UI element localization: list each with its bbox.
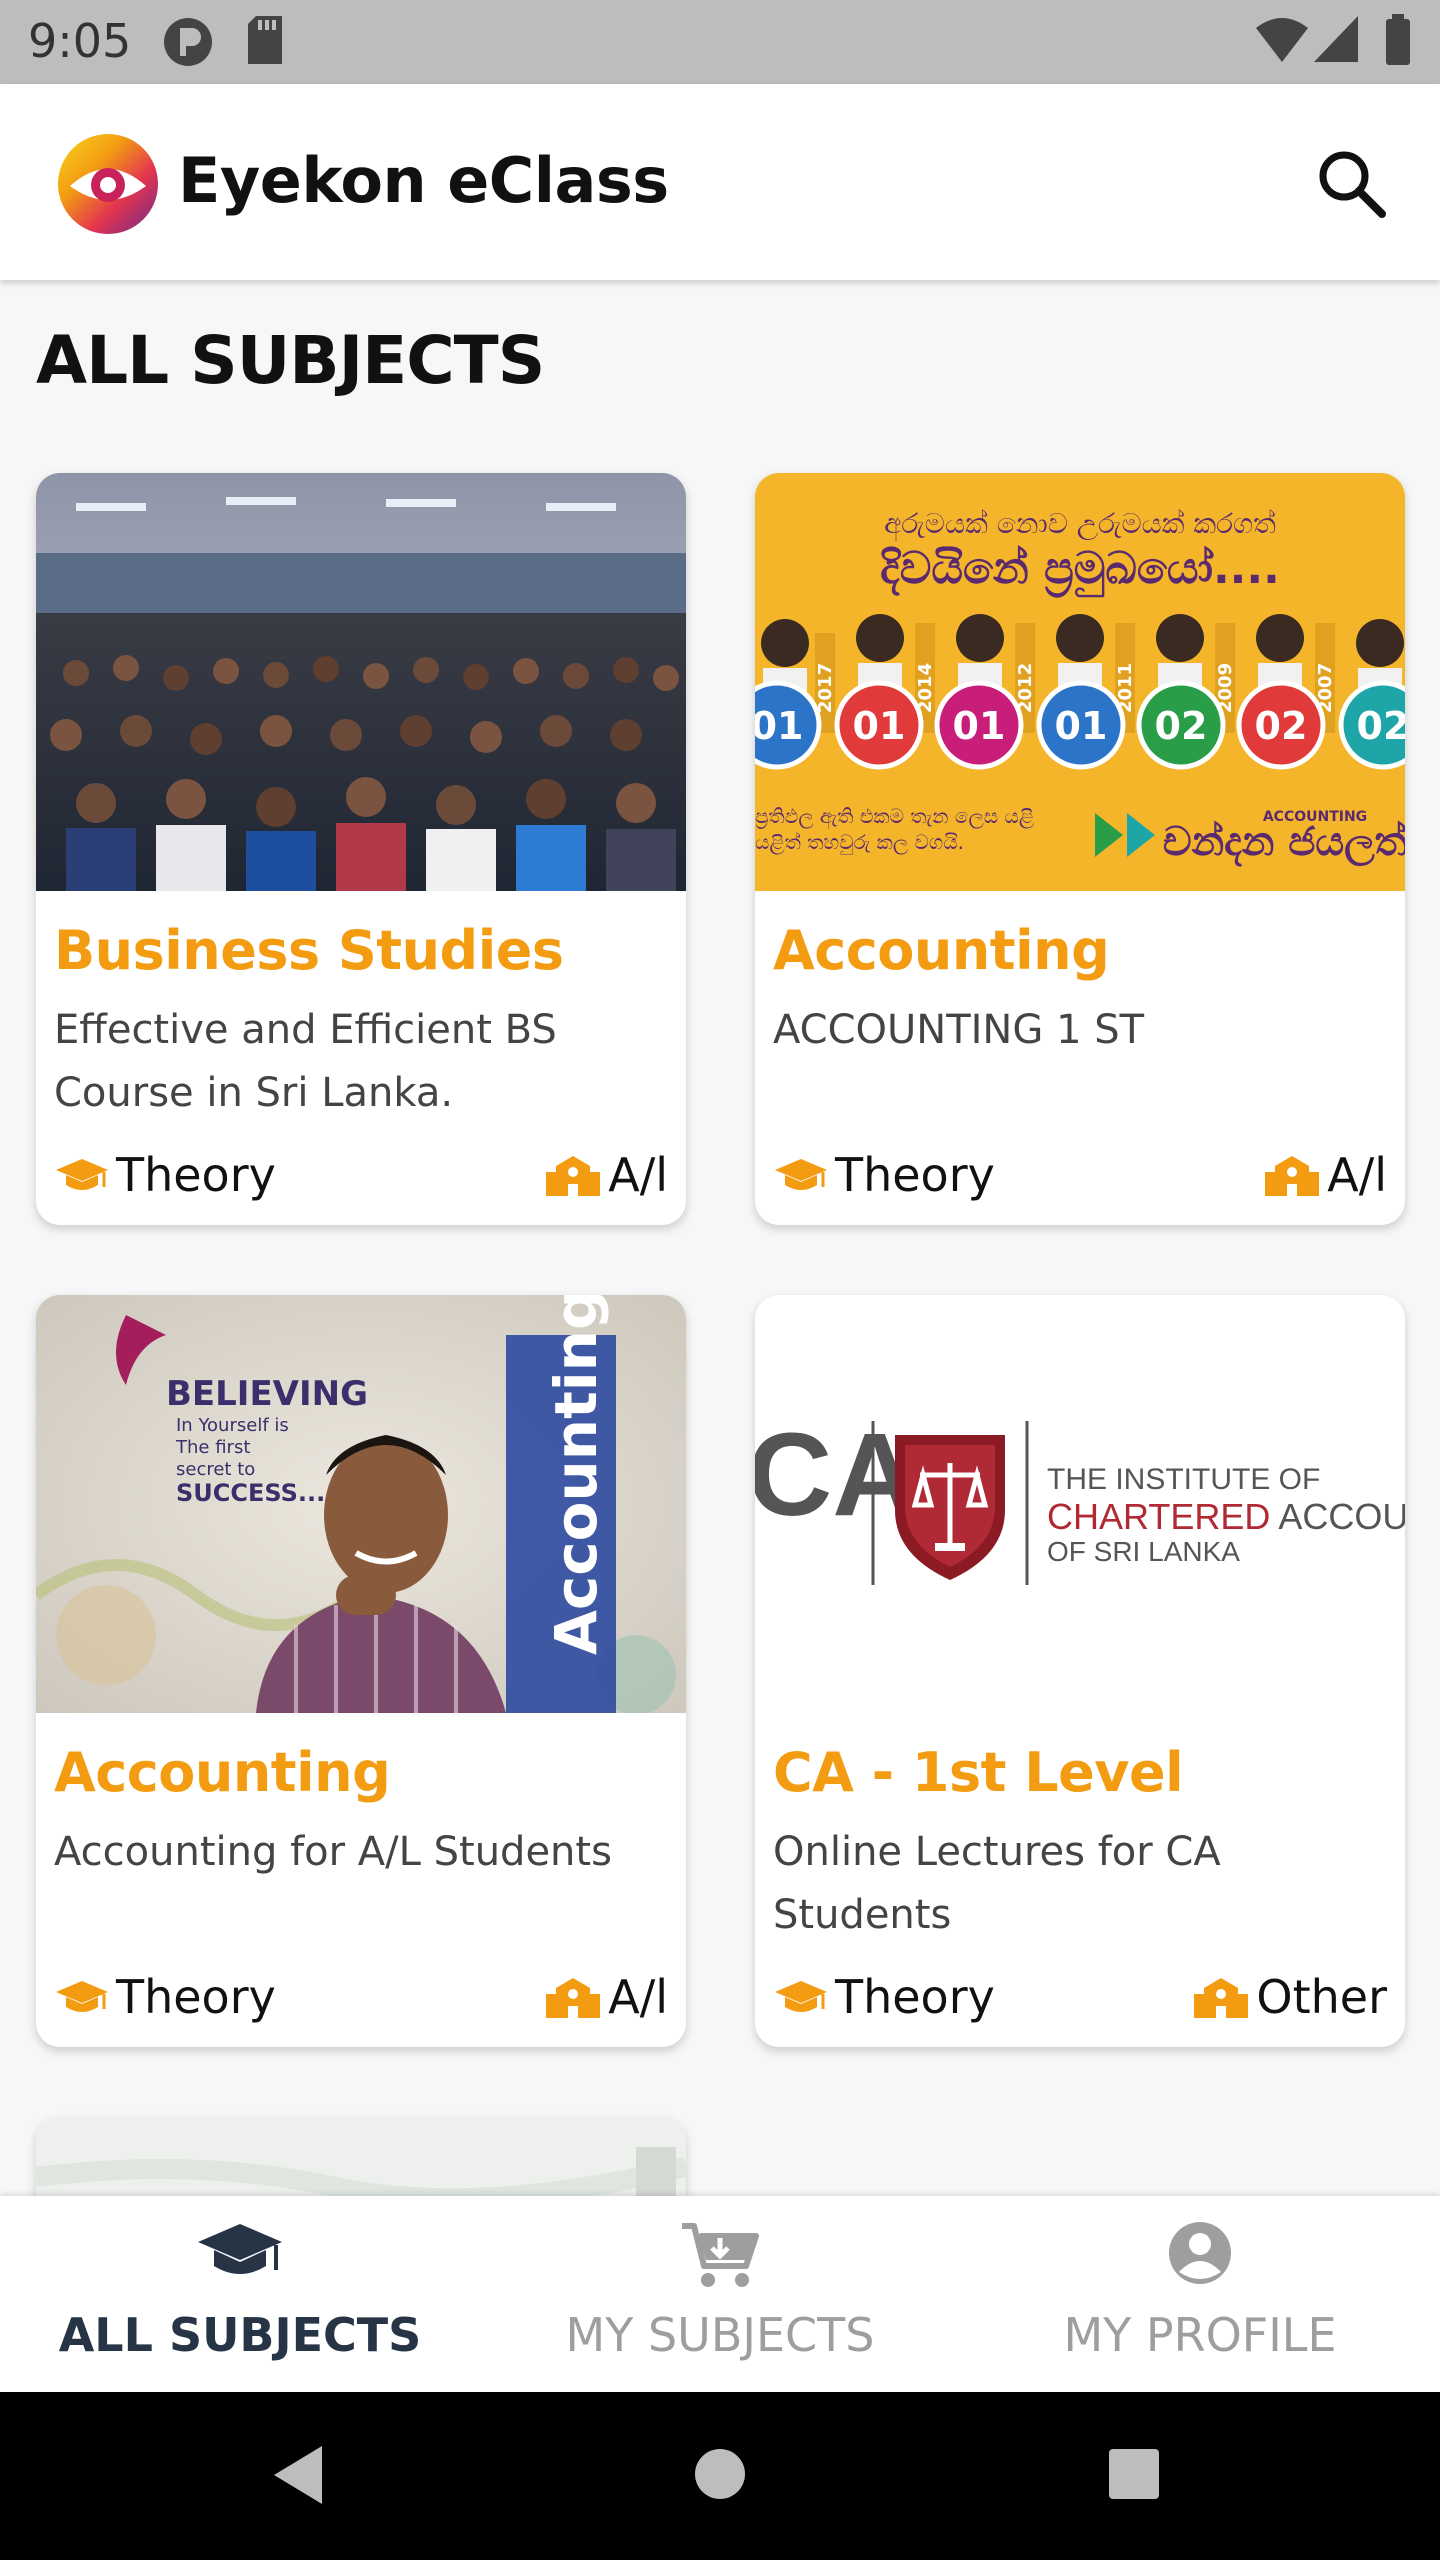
card-type: Theory (773, 1148, 995, 1202)
poster-success: SUCCESS... (176, 1479, 325, 1507)
card-image-crowd (36, 473, 686, 891)
poster-line: In Yourself is (176, 1415, 289, 1436)
card-description: Effective and Efficient BS Course in Sri… (54, 1007, 557, 1116)
nav-my-profile[interactable]: MY PROFILE (960, 2196, 1440, 2392)
poster-footer-text: ප්‍රතිඵල ඇති එකම තැන ලෙස යළි යළිත් තහවුර… (755, 804, 1035, 854)
graduation-cap-icon (198, 2224, 282, 2274)
card-title: Accounting (773, 919, 1110, 982)
nav-my-subjects[interactable]: MY SUBJECTS (480, 2196, 960, 2392)
card-meta: Theory A/l (773, 1145, 1387, 1205)
school-icon (546, 1156, 601, 1196)
graduation-cap-icon (56, 1159, 108, 1190)
poster-teacher: චන්දන ජයලත් (1163, 819, 1405, 867)
card-image-ca-logo: CA THE INSTITUTE OF CHARTERED ACCOUNTAN … (755, 1295, 1405, 1713)
graduation-cap-icon (56, 1981, 108, 2012)
subject-card-accounting-al[interactable]: BELIEVING In Yourself is The first secre… (36, 1295, 686, 2047)
poster-rank: 01 (755, 704, 803, 748)
card-meta: Theory Other (773, 1967, 1387, 2027)
graduation-cap-icon (775, 1981, 827, 2012)
subject-card-ca-1st-level[interactable]: CA THE INSTITUTE OF CHARTERED ACCOUNTAN … (755, 1295, 1405, 2047)
school-icon (546, 1978, 601, 2018)
nav-label: MY SUBJECTS (565, 2308, 875, 2362)
search-icon[interactable] (1312, 144, 1392, 224)
app-title: Eyekon eClass (178, 144, 669, 217)
poster-line: secret to (176, 1459, 255, 1480)
poster-headline-top: අරුමයක් නොව උරුමයක් කරගත් (884, 507, 1276, 542)
card-description: ACCOUNTING 1 ST (773, 1007, 1145, 1053)
school-icon (1194, 1978, 1249, 2018)
cell-signal-icon (1314, 16, 1358, 62)
card-level-label: A/l (608, 1148, 668, 1202)
card-type-label: Theory (116, 1970, 276, 2024)
card-type-label: Theory (116, 1148, 276, 1202)
subject-card-business-studies[interactable]: Business Studies Effective and Efficient… (36, 473, 686, 1225)
card-level-label: A/l (1327, 1148, 1387, 1202)
ca-line1: THE INSTITUTE OF (1047, 1463, 1320, 1496)
nav-label: MY PROFILE (1063, 2308, 1337, 2362)
poster-believing: BELIEVING (166, 1374, 368, 1414)
card-type: Theory (54, 1970, 276, 2024)
poster-rank: 02 (1155, 704, 1208, 748)
app-bar: Eyekon eClass (0, 84, 1440, 280)
sd-card-icon (248, 16, 282, 64)
subject-card-accounting-1st[interactable]: අරුමයක් නොව උරුමයක් කරගත් දිවයිනේ ප්‍රමු… (755, 473, 1405, 1225)
notification-p-icon (164, 18, 212, 66)
school-icon (1265, 1156, 1320, 1196)
nav-label: ALL SUBJECTS (58, 2308, 422, 2362)
profile-icon (1169, 2222, 1231, 2284)
card-level: Other (1192, 1970, 1387, 2024)
card-type-label: Theory (835, 1148, 995, 1202)
card-title: Business Studies (54, 919, 564, 982)
card-title: CA - 1st Level (773, 1741, 1184, 1804)
nav-all-subjects[interactable]: ALL SUBJECTS (0, 2196, 480, 2392)
svg-text:CHARTERED ACCOUNTAN: CHARTERED ACCOUNTAN (1047, 1496, 1405, 1537)
card-type-label: Theory (835, 1970, 995, 2024)
card-image-accounting-poster: අරුමයක් නොව උරුමයක් කරගත් දිවයිනේ ප්‍රමු… (755, 473, 1405, 891)
cart-icon (682, 2223, 759, 2287)
page-title: ALL SUBJECTS (36, 322, 545, 399)
card-level: A/l (544, 1148, 668, 1202)
poster-side-text: Accounting (542, 1295, 610, 1655)
card-meta: Theory A/l (54, 1967, 668, 2027)
poster-rank: 01 (953, 704, 1006, 748)
poster-rank: 01 (853, 704, 906, 748)
status-time: 9:05 (28, 14, 132, 68)
card-description: Accounting for A/L Students (54, 1829, 612, 1875)
eyekon-logo-icon (58, 134, 158, 234)
wifi-icon (1256, 18, 1308, 62)
bottom-nav: ALL SUBJECTS MY SUBJECTS MY PROFILE (0, 2196, 1440, 2392)
poster-rank: 02 (1255, 704, 1308, 748)
ca-line3: OF SRI LANKA (1047, 1536, 1240, 1567)
card-type: Theory (773, 1970, 995, 2024)
ca-line2-rest: ACCOUNTAN (1270, 1496, 1405, 1537)
card-level-label: Other (1256, 1970, 1387, 2024)
card-level: A/l (544, 1970, 668, 2024)
home-icon[interactable] (694, 2448, 746, 2500)
card-meta: Theory A/l (54, 1145, 668, 1205)
poster-line: The first (175, 1437, 250, 1458)
card-title: Accounting (54, 1741, 391, 1804)
ca-letters: CA (755, 1409, 917, 1541)
battery-icon (1386, 14, 1410, 65)
poster-rank: 01 (1055, 704, 1108, 748)
card-level-label: A/l (608, 1970, 668, 2024)
system-nav-bar (0, 2392, 1440, 2560)
card-image-teacher: BELIEVING In Yourself is The first secre… (36, 1295, 686, 1713)
poster-year: 2017 (815, 663, 836, 713)
card-level: A/l (1263, 1148, 1387, 1202)
status-bar: 9:05 (0, 0, 1440, 84)
poster-headline-main: දිවයිනේ ප්‍රමුඛයෝ.... (880, 543, 1280, 598)
back-icon[interactable] (270, 2442, 330, 2508)
card-type: Theory (54, 1148, 276, 1202)
poster-rank: 02 (1357, 704, 1405, 748)
ca-line2-red: CHARTERED (1047, 1496, 1270, 1537)
card-description: Online Lectures for CA Students (773, 1829, 1221, 1938)
graduation-cap-icon (775, 1159, 827, 1190)
recents-icon[interactable] (1108, 2448, 1160, 2500)
